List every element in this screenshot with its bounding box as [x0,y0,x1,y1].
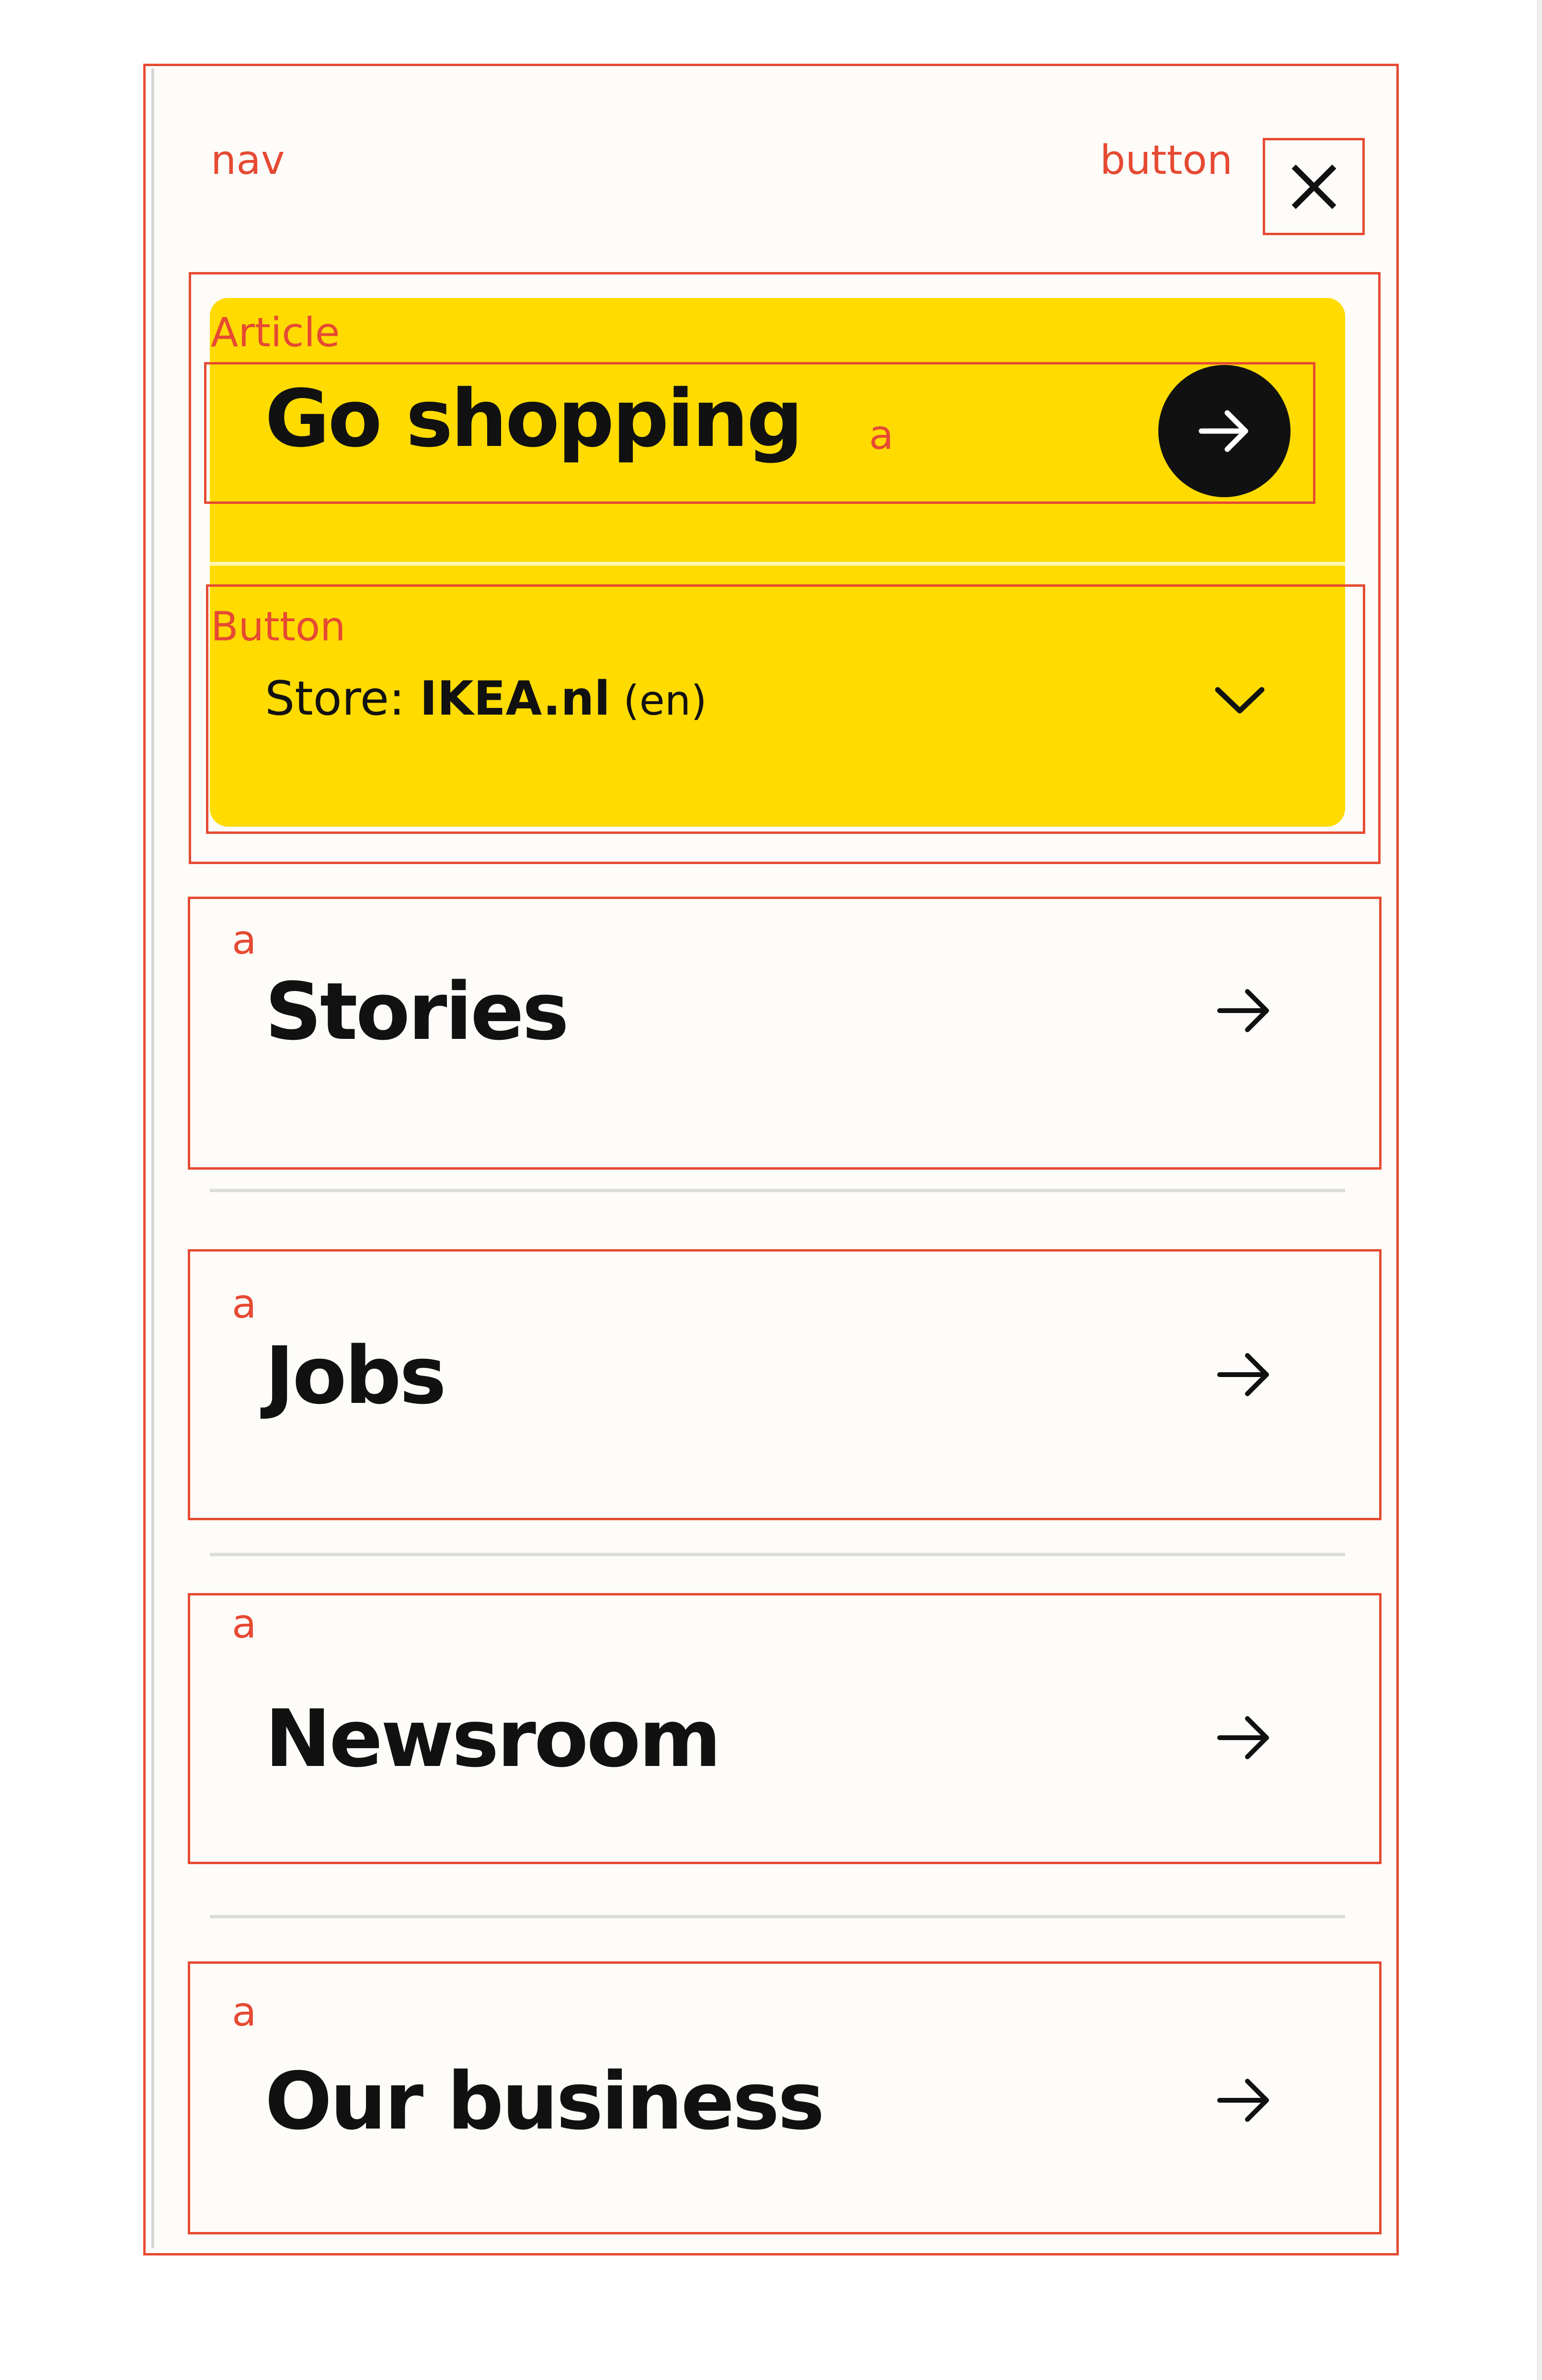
nav-link-stories-label: Stories [265,966,569,1058]
arrow-right-icon [1217,989,1269,1032]
arrow-right-icon [1217,2079,1269,2122]
card-divider [210,562,1345,566]
chevron-down-icon [1215,687,1265,714]
store-name: IKEA.nl [420,672,610,726]
arrow-right-icon [1217,1716,1269,1759]
arrow-right-icon [1217,1353,1269,1396]
go-shopping-title: Go shopping [265,373,803,465]
separator [210,1553,1345,1556]
separator [210,1189,1345,1192]
arrow-right-icon [1199,410,1248,452]
store-selector-label: Store: IKEA.nl (en) [265,673,707,725]
store-language: (en) [610,677,707,725]
store-prefix: Store: [265,672,420,726]
close-button[interactable] [1265,140,1363,233]
nav-link-jobs-label: Jobs [265,1330,446,1422]
page-scrollbar-edge [1537,0,1542,2380]
go-shopping-arrow-button[interactable] [1158,365,1291,497]
nav-link-our-business-label: Our business [265,2055,825,2147]
separator [210,1915,1345,1918]
nav-link-newsroom-label: Newsroom [265,1693,721,1785]
close-icon [1291,164,1336,209]
